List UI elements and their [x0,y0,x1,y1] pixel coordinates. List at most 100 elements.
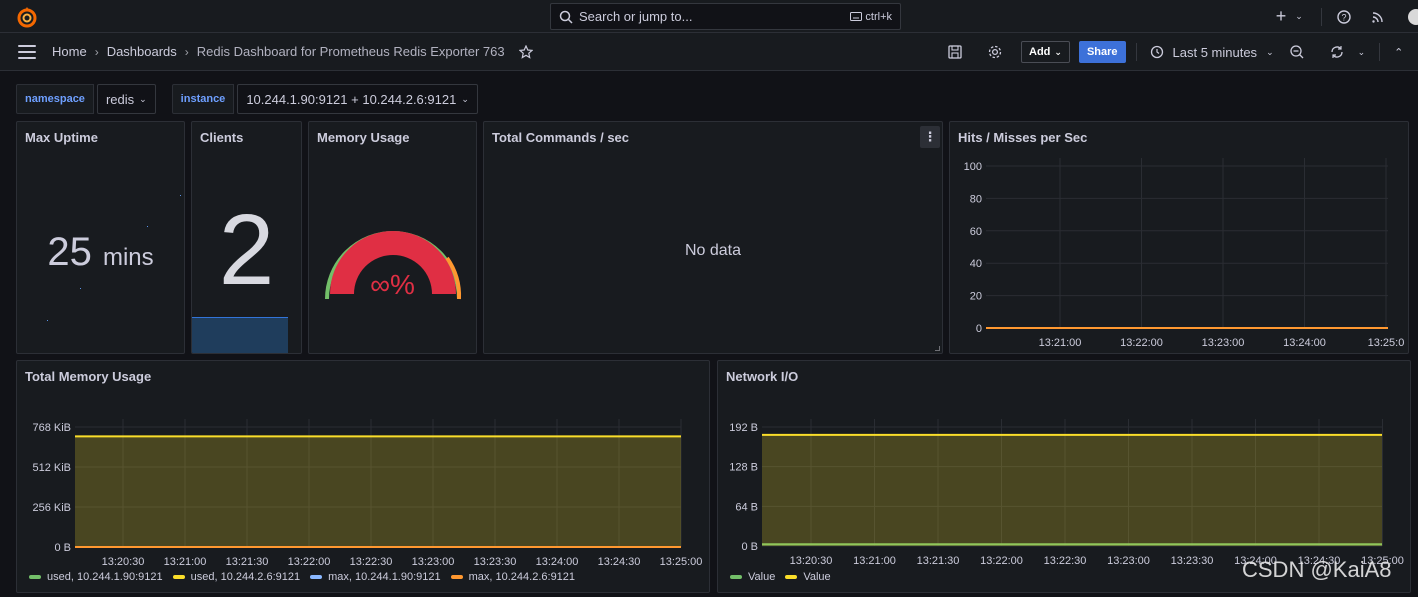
grafana-logo-icon[interactable] [16,6,38,28]
keyboard-icon [850,12,863,21]
sparkline-dot [147,226,148,227]
y-tick-label: 80 [970,193,982,205]
y-tick-label: 100 [964,161,982,173]
time-range-picker[interactable]: Last 5 minutes ⌄ [1150,45,1274,60]
rss-icon[interactable] [1370,9,1386,25]
breadcrumb-home[interactable]: Home [52,44,87,59]
clock-icon [1150,45,1163,59]
legend-label: used, 10.244.1.90:9121 [47,571,163,583]
x-tick-label: 13:22:00 [288,556,331,566]
variable-select-namespace[interactable]: redis ⌄ [96,84,156,114]
search-icon [559,10,573,24]
legend-item[interactable]: used, 10.244.1.90:9121 [29,571,163,583]
refresh-icon[interactable] [1326,41,1348,63]
sparkline-dot [80,288,81,289]
variable-label-instance: instance [171,84,235,114]
series-area [762,434,1382,546]
legend-label: used, 10.244.2.6:9121 [190,571,301,583]
panel-menu-button[interactable]: ⋮ [920,126,940,148]
time-range-label: Last 5 minutes [1172,44,1258,60]
panel-title: Network I/O [726,369,799,384]
legend-item[interactable]: Value [730,571,775,583]
variable-value: 10.244.1.90:9121 + 10.244.2.6:9121 [246,91,457,107]
panel-hits-misses[interactable]: Hits / Misses per Sec 0 20 40 60 80 100 13:21:… [949,121,1409,354]
chevron-down-icon: ⌄ [1054,46,1062,57]
panel-total-memory[interactable]: Total Memory Usage 0 B 256 KiB 512 KiB 768 … [16,360,710,593]
share-button[interactable]: Share [1078,41,1126,63]
y-tick-label: 0 B [741,541,758,553]
resize-handle-icon[interactable] [935,346,940,351]
breadcrumb: Home › Dashboards › Redis Dashboard for … [52,44,533,59]
total-memory-chart: 0 B 256 KiB 512 KiB 768 KiB 13:20:30 13:21:00… [32,419,703,566]
star-icon[interactable] [518,44,533,59]
x-tick-label: 13:21:00 [164,556,207,566]
legend-swatch [450,575,463,579]
hits-misses-chart: 0 20 40 60 80 100 13:21:00 13:22:00 13:23:00 13:2… [964,158,1405,349]
panel-title: Clients [200,130,244,145]
shortcut-label: ctrl+k [865,10,892,23]
variable-value: redis [105,91,135,107]
legend-item[interactable]: max, 10.244.2.6:9121 [450,571,576,583]
panel-max-uptime[interactable]: Max Uptime 25 mins [16,121,185,354]
legend-label: max, 10.244.2.6:9121 [468,571,576,583]
legend-item[interactable]: max, 10.244.1.90:9121 [310,571,441,583]
legend-swatch [172,575,185,579]
variables-bar: namespace redis ⌄ instance 10.244.1.90:91… [16,84,478,114]
y-tick-label: 40 [970,258,982,270]
no-data-message: No data [684,242,742,259]
collapse-icon[interactable]: ⌃ [1394,46,1403,59]
divider [1321,7,1322,26]
variable-select-instance[interactable]: 10.244.1.90:9121 + 10.244.2.6:9121 ⌄ [237,84,478,114]
x-tick-label: 13:20:30 [102,556,145,566]
search-input[interactable]: Search or jump to... ctrl+k [550,3,901,30]
y-tick-label: 64 B [735,501,758,513]
divider [1379,43,1381,61]
y-tick-label: 0 B [54,542,71,554]
legend-swatch [730,575,742,579]
panel-memory-usage[interactable]: Memory Usage ∞% [308,121,477,354]
breadcrumb-current: Redis Dashboard for Prometheus Redis Exp… [196,44,505,59]
x-tick-label: 13:22:00 [1120,337,1163,349]
svg-text:?: ? [1341,12,1346,22]
chart-legend: used, 10.244.1.90:9121 used, 10.244.2.6:9… [29,571,585,583]
stat-unit: mins [102,244,154,271]
gear-icon[interactable] [984,41,1006,63]
x-tick-label: 13:24:00 [536,556,579,566]
chevron-down-icon[interactable]: ⌄ [1291,9,1307,25]
add-button-label: Add [1029,46,1051,58]
add-button[interactable]: Add ⌄ [1021,41,1070,63]
y-tick-label: 0 [976,323,982,335]
legend-item[interactable]: Value [785,571,831,583]
panel-clients[interactable]: Clients 2 [191,121,302,354]
panel-total-commands[interactable]: Total Commands / sec ⋮ No data [483,121,943,354]
legend-item[interactable]: used, 10.244.2.6:9121 [172,571,301,583]
x-tick-label: 13:23:00 [1107,555,1150,566]
chevron-right-icon: › [94,44,99,59]
plus-icon[interactable]: + [1273,6,1289,26]
x-tick-label: 13:25:00 [660,556,703,566]
legend-label: Value [748,571,776,583]
top-bar: Search or jump to... ctrl+k + ⌄ ? [0,0,1418,33]
avatar[interactable] [1408,8,1418,25]
panel-title: Total Commands / sec [492,130,630,145]
breadcrumb-dashboards[interactable]: Dashboards [107,44,177,59]
y-tick-label: 60 [970,226,982,238]
variable-label-namespace: namespace [16,84,94,114]
sparkline-dot [180,195,181,196]
help-icon[interactable]: ? [1336,9,1352,25]
series-area [75,436,681,547]
keyboard-shortcut: ctrl+k [850,11,892,23]
x-tick-label: 13:21:00 [853,555,896,566]
x-tick-label: 13:23:30 [1171,555,1214,566]
stat-value: 2 [218,194,275,306]
x-tick-label: 13:21:00 [1039,337,1082,349]
chart-legend: Value Value [730,571,841,583]
x-tick-label: 13:25:0 [1368,337,1405,349]
y-tick-label: 128 B [729,462,758,474]
chevron-down-icon: ⌄ [1266,46,1274,57]
save-icon[interactable] [944,41,966,63]
menu-icon[interactable] [18,45,36,59]
zoom-out-icon[interactable] [1286,41,1308,63]
chevron-down-icon[interactable]: ⌄ [1358,47,1366,58]
divider [1135,43,1137,61]
